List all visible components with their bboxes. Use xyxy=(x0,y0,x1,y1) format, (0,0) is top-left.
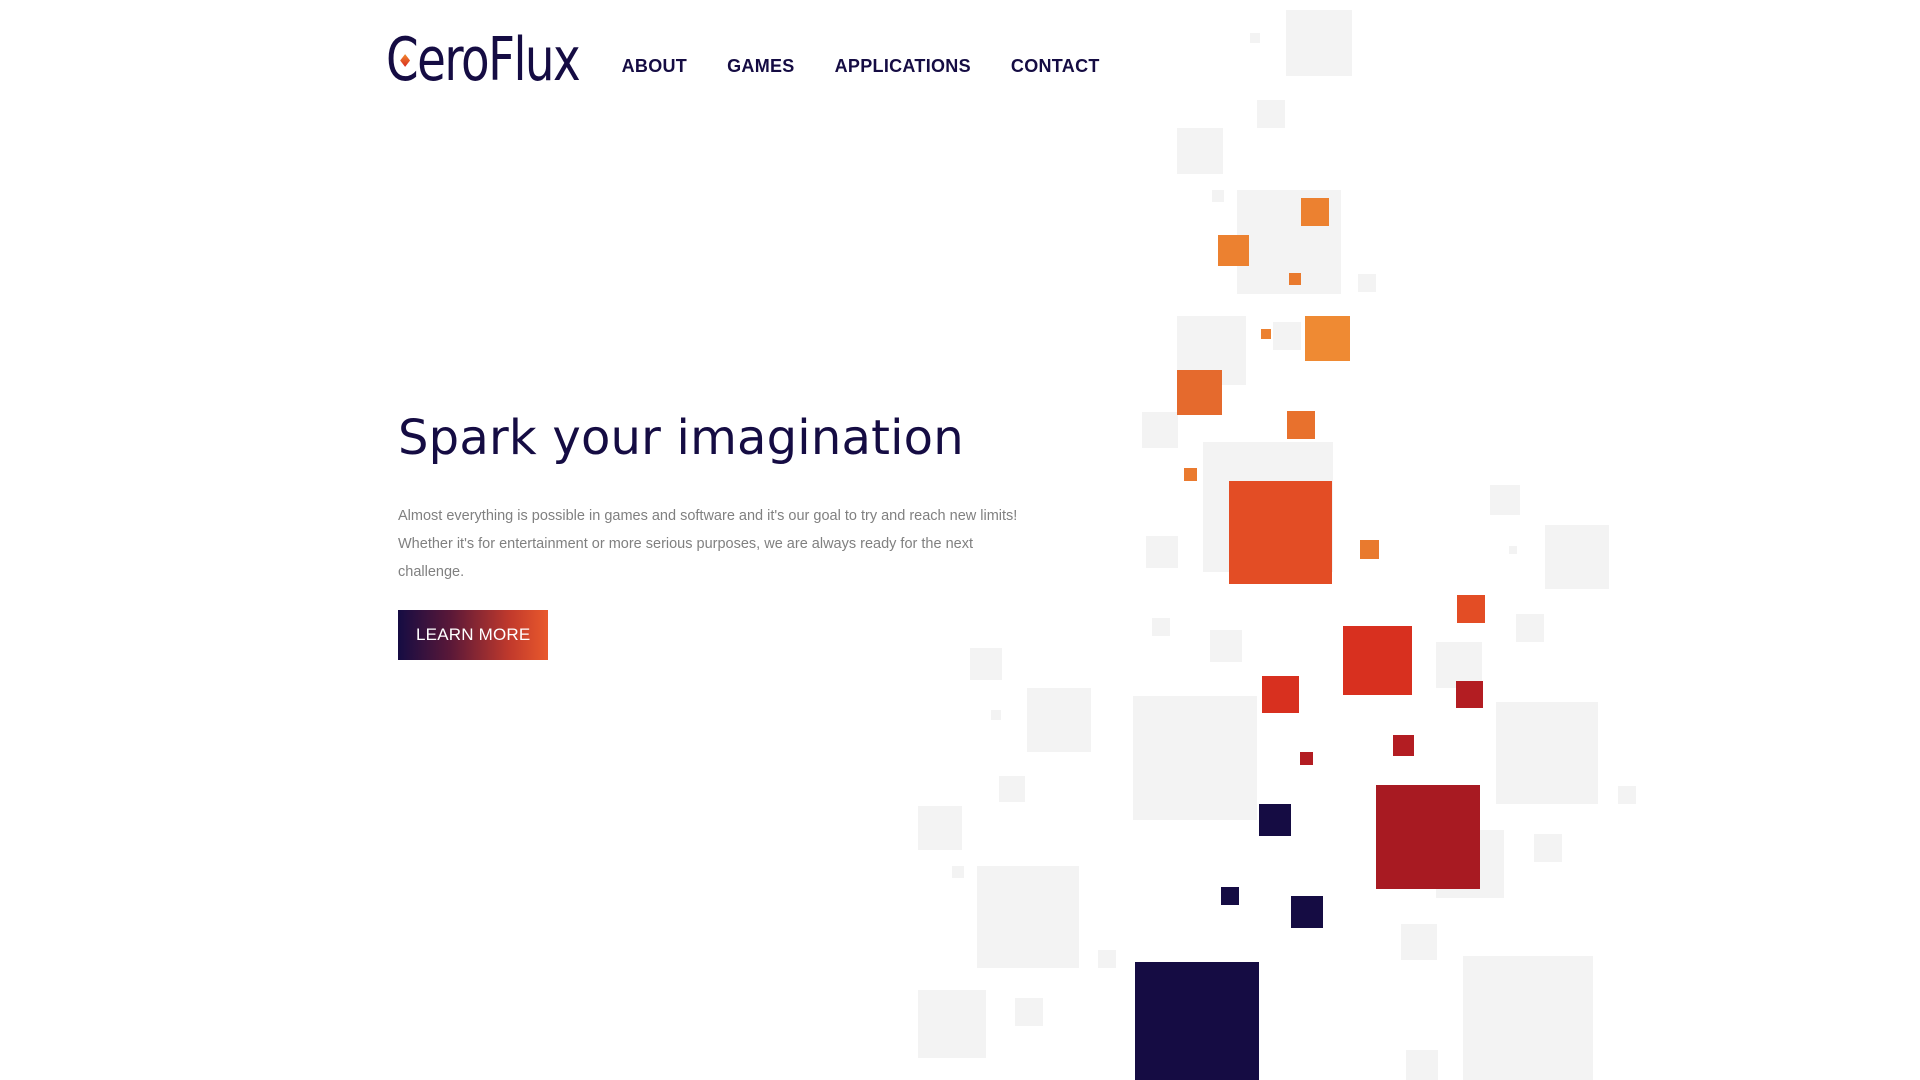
decor-square-orange xyxy=(1301,198,1329,226)
decor-square-orange xyxy=(1177,370,1222,415)
decor-square xyxy=(1257,100,1285,128)
decor-square xyxy=(1509,546,1517,554)
decor-square xyxy=(1401,924,1437,960)
decor-square xyxy=(977,866,1079,968)
decor-square xyxy=(1250,33,1260,43)
decor-square xyxy=(991,710,1001,720)
spark-icon xyxy=(400,54,411,67)
decor-square xyxy=(1286,10,1352,76)
decor-square xyxy=(1212,190,1224,202)
decor-square-orange xyxy=(1287,411,1315,439)
nav-about[interactable]: ABOUT xyxy=(622,56,688,77)
decor-square-red xyxy=(1457,595,1485,623)
decor-square xyxy=(1146,536,1178,568)
decor-square-navy xyxy=(1259,804,1291,836)
decor-square-orange xyxy=(1289,273,1301,285)
decor-square-orange xyxy=(1218,235,1249,266)
decor-square xyxy=(918,806,962,850)
nav-contact[interactable]: CONTACT xyxy=(1011,56,1100,77)
main-nav: ABOUT GAMES APPLICATIONS CONTACT xyxy=(622,56,1140,77)
decor-square xyxy=(1534,834,1562,862)
hero-section: Spark your imagination Almost everything… xyxy=(398,410,1038,660)
decor-square xyxy=(1142,412,1178,448)
decor-square xyxy=(1618,786,1636,804)
decor-square-orange xyxy=(1184,468,1197,481)
decor-square-crimson xyxy=(1376,785,1480,889)
site-header: CeroFlux ABOUT GAMES APPLICATIONS CONTAC… xyxy=(386,30,1140,90)
decor-square xyxy=(1027,688,1091,752)
decor-square xyxy=(1516,614,1544,642)
page: CeroFlux ABOUT GAMES APPLICATIONS CONTAC… xyxy=(0,0,1920,1080)
decor-square xyxy=(999,776,1025,802)
decor-square xyxy=(1545,525,1609,589)
decor-square xyxy=(1015,998,1043,1026)
decor-square xyxy=(1152,618,1170,636)
learn-more-button[interactable]: LEARN MORE xyxy=(398,609,549,660)
decor-square xyxy=(1133,696,1257,820)
nav-applications[interactable]: APPLICATIONS xyxy=(835,56,971,77)
logo-mark: C xyxy=(386,30,419,90)
decor-square xyxy=(918,990,986,1058)
decor-square-red xyxy=(1229,481,1332,584)
decor-square xyxy=(1098,950,1116,968)
decor-square xyxy=(1406,1050,1438,1080)
decor-square xyxy=(1358,274,1376,292)
hero-description: Almost everything is possible in games a… xyxy=(398,507,1018,580)
nav-games[interactable]: GAMES xyxy=(727,56,795,77)
decor-square-navy xyxy=(1135,962,1259,1080)
logo-wordmark: eroFlux xyxy=(417,25,581,95)
decor-square-orange xyxy=(1261,329,1271,339)
decor-square-crimson xyxy=(1300,752,1313,765)
decor-square-navy xyxy=(1221,887,1239,905)
decor-square-orange xyxy=(1360,540,1379,559)
decor-square-crimson xyxy=(1393,735,1414,756)
decor-square xyxy=(1463,956,1593,1080)
ceroflux-logo[interactable]: CeroFlux xyxy=(386,25,581,95)
decor-square-orange xyxy=(1305,316,1350,361)
decor-square xyxy=(1210,630,1242,662)
decor-square xyxy=(1177,128,1223,174)
decor-square xyxy=(1273,322,1301,350)
decor-square-red xyxy=(1262,676,1299,713)
decor-square-red xyxy=(1343,626,1412,695)
decor-square xyxy=(1490,485,1520,515)
decor-square-navy xyxy=(1291,896,1323,928)
hero-title: Spark your imagination xyxy=(398,410,964,466)
decor-square-crimson xyxy=(1456,681,1483,708)
decor-square xyxy=(1496,702,1598,804)
decor-square xyxy=(952,866,964,878)
